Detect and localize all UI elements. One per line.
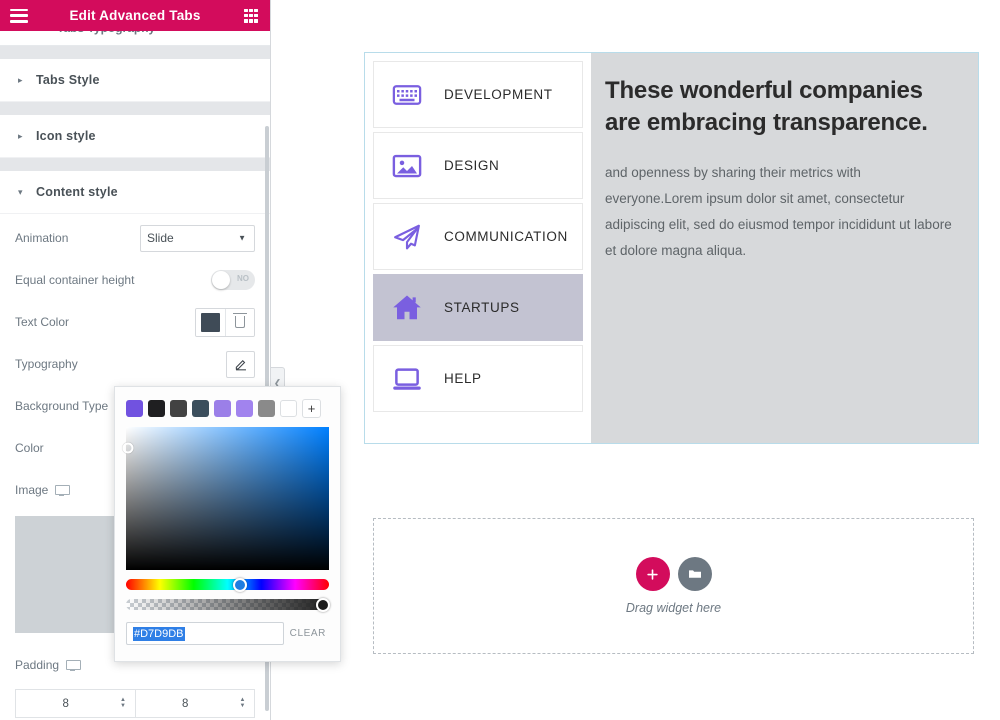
preset-swatch-5[interactable] <box>236 400 253 417</box>
dropzone-buttons <box>635 557 712 591</box>
tabs-list: DEVELOPMENT DESIGN COMMUNICATION STARTUP… <box>365 53 591 443</box>
preset-swatch-6[interactable] <box>258 400 275 417</box>
content-heading: These wonderful companies are embracing … <box>605 77 928 136</box>
home-icon <box>392 293 422 323</box>
section-label: Tabs Style <box>36 73 100 87</box>
hex-input-value: #D7D9DB <box>133 626 185 641</box>
dropzone-label: Drag widget here <box>625 601 722 615</box>
padding-right-stepper[interactable]: ▲ ▼ <box>235 697 250 709</box>
content-body: and openness by sharing their metrics wi… <box>605 165 952 259</box>
section-divider <box>0 158 270 171</box>
padding-top-stepper[interactable]: ▲ ▼ <box>116 697 131 709</box>
tab-content-panel: These wonderful companies are embracing … <box>591 53 978 443</box>
tab-help[interactable]: HELP <box>373 345 583 412</box>
text-color-swatch-button[interactable] <box>196 308 225 336</box>
hamburger-icon[interactable] <box>10 8 28 23</box>
control-label: Text Color <box>15 315 70 329</box>
tab-label: STARTUPS <box>444 300 520 315</box>
preview-canvas: DEVELOPMENT DESIGN COMMUNICATION STARTUP… <box>271 0 1000 720</box>
sidebar-section-tabs-style[interactable]: ▸ Tabs Style <box>0 59 270 102</box>
add-swatch-button[interactable]: + <box>302 399 321 418</box>
animation-select[interactable]: Slide <box>140 224 255 252</box>
tab-label: COMMUNICATION <box>444 229 568 244</box>
control-typography: Typography <box>0 346 270 382</box>
folder-icon <box>688 570 701 578</box>
tab-design[interactable]: DESIGN <box>373 132 583 199</box>
tab-startups[interactable]: STARTUPS <box>373 274 583 341</box>
tab-label: HELP <box>444 371 482 386</box>
tab-communication[interactable]: COMMUNICATION <box>373 203 583 270</box>
page-title: Edit Advanced Tabs <box>69 8 201 23</box>
monitor-icon[interactable] <box>55 484 71 496</box>
widget-templates-button[interactable] <box>677 557 712 591</box>
control-label: Typography <box>15 357 78 371</box>
toggle-knob <box>212 271 230 289</box>
grid-icon[interactable] <box>244 8 258 23</box>
advanced-tabs-widget: DEVELOPMENT DESIGN COMMUNICATION STARTUP… <box>364 52 979 444</box>
section-divider <box>0 46 270 59</box>
saturation-handle[interactable] <box>122 442 134 454</box>
color-picker-popup: + #D7D9DB CLEAR <box>114 386 341 662</box>
laptop-icon <box>392 364 422 394</box>
image-icon <box>392 151 422 181</box>
equal-height-toggle[interactable]: NO <box>211 270 255 290</box>
widget-dropzone[interactable]: Drag widget here <box>373 518 974 654</box>
tab-label: DESIGN <box>444 158 500 173</box>
monitor-icon[interactable] <box>66 659 82 671</box>
padding-inputs: 8 ▲ ▼ 8 ▲ ▼ <box>0 689 270 718</box>
panel-header: Edit Advanced Tabs <box>0 0 270 31</box>
sidebar-section-icon-style[interactable]: ▸ Icon style <box>0 115 270 158</box>
trash-icon <box>233 312 247 328</box>
preset-swatch-1[interactable] <box>148 400 165 417</box>
control-label: Equal container height <box>15 273 135 287</box>
tab-label: DEVELOPMENT <box>444 87 553 102</box>
preset-swatch-2[interactable] <box>170 400 187 417</box>
saturation-value-area[interactable] <box>122 427 329 570</box>
alpha-slider-handle[interactable] <box>315 597 330 612</box>
control-label-text: Image <box>15 483 49 497</box>
control-label-text: Padding <box>15 658 60 672</box>
clear-color-button[interactable]: CLEAR <box>290 628 329 639</box>
text-color-controls <box>195 307 255 337</box>
section-label: Content style <box>36 185 118 199</box>
typography-edit-button[interactable] <box>226 350 255 378</box>
padding-top-cell: 8 ▲ ▼ <box>15 689 136 718</box>
app-root: Edit Advanced Tabs Tabs Typography ▸ Tab… <box>0 0 1000 720</box>
alpha-slider[interactable] <box>126 597 330 612</box>
section-label: Icon style <box>36 129 96 143</box>
cutoff-section: Tabs Typography <box>0 31 270 46</box>
pencil-icon <box>235 360 246 371</box>
section-divider <box>0 102 270 115</box>
hex-input[interactable]: #D7D9DB <box>126 622 284 645</box>
control-equal-container-height: Equal container height NO <box>0 262 270 298</box>
preset-swatch-7[interactable] <box>280 400 297 417</box>
padding-right-input[interactable]: 8 <box>136 698 236 710</box>
control-text-color: Text Color <box>0 304 270 340</box>
hex-row: #D7D9DB CLEAR <box>115 610 340 645</box>
paper-plane-icon <box>392 222 422 252</box>
keyboard-icon <box>392 80 422 110</box>
sidebar-section-content-style[interactable]: ▾ Content style <box>0 171 270 214</box>
color-swatch <box>201 312 220 332</box>
preset-swatch-3[interactable] <box>192 400 209 417</box>
chevron-down-icon: ▾ <box>18 186 23 197</box>
add-widget-button[interactable] <box>635 557 670 591</box>
tab-development[interactable]: DEVELOPMENT <box>373 61 583 128</box>
animation-select-wrap: Slide ▼ <box>140 224 255 252</box>
text-color-reset-button[interactable] <box>225 308 254 336</box>
toggle-state-label: NO <box>237 274 249 283</box>
preset-swatch-0[interactable] <box>126 400 143 417</box>
padding-right-cell: 8 ▲ ▼ <box>135 689 255 718</box>
cutoff-section-label: Tabs Typography <box>57 31 155 35</box>
chevron-right-icon: ▸ <box>18 74 23 85</box>
chevron-right-icon: ▸ <box>18 130 23 141</box>
control-label: Animation <box>15 231 69 245</box>
control-animation: Animation Slide ▼ <box>0 220 270 256</box>
hue-slider[interactable] <box>126 577 329 592</box>
hue-slider-handle[interactable] <box>232 577 247 592</box>
plus-icon <box>647 568 658 580</box>
padding-top-input[interactable]: 8 <box>16 698 116 710</box>
color-swatch-list: + <box>115 387 340 427</box>
preset-swatch-4[interactable] <box>214 400 231 417</box>
